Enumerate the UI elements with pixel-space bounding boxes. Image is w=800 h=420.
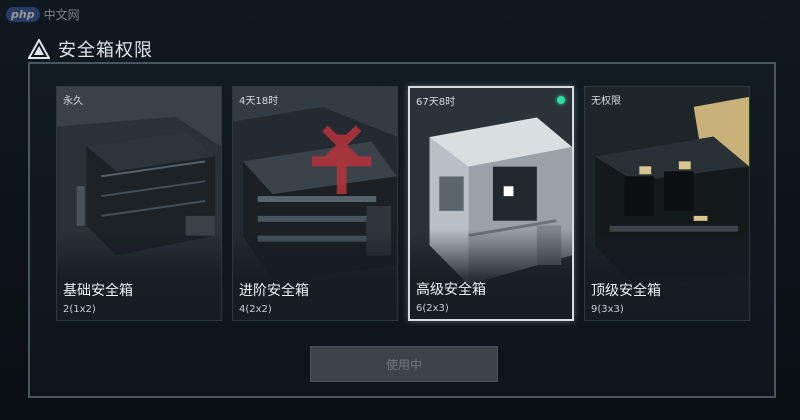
card-title: 高级安全箱 [416, 282, 486, 298]
in-use-button[interactable]: 使用中 [310, 346, 498, 382]
safe-box-card-advanced[interactable]: 4天18时 进阶安全箱 4(2x2) [232, 86, 398, 321]
safe-box-card-premium[interactable]: 67天8时 高级安全箱 6(2x3) [408, 86, 574, 321]
safe-box-card-top[interactable]: 无权限 顶级安全箱 9(3x3) [584, 86, 750, 321]
safe-box-list: 永久 基础安全箱 2(1x2) 4天18时 进阶安全箱 4(2x2) 67天8时… [56, 86, 750, 321]
card-duration: 无权限 [591, 96, 621, 107]
active-status-dot [557, 96, 565, 104]
card-duration: 永久 [63, 96, 83, 107]
watermark-text: 中文网 [43, 8, 80, 22]
page-title: 安全箱权限 [58, 40, 153, 61]
card-title: 基础安全箱 [63, 283, 133, 299]
in-use-button-label: 使用中 [385, 357, 422, 372]
game-screen: php 中文网 安全箱权限 永久 基础安全箱 2(1x2) 4天18时 进阶安全… [0, 0, 800, 420]
watermark-badge: php [6, 7, 40, 22]
card-title: 顶级安全箱 [591, 283, 661, 299]
card-capacity: 6(2x3) [416, 303, 449, 314]
watermark-logo: php 中文网 [6, 6, 80, 23]
card-title: 进阶安全箱 [239, 283, 309, 299]
card-duration: 4天18时 [239, 96, 279, 107]
card-capacity: 2(1x2) [63, 304, 96, 315]
card-capacity: 4(2x2) [239, 304, 272, 315]
safe-box-panel: 永久 基础安全箱 2(1x2) 4天18时 进阶安全箱 4(2x2) 67天8时… [28, 62, 776, 398]
safe-box-card-basic[interactable]: 永久 基础安全箱 2(1x2) [56, 86, 222, 321]
warning-triangle-icon [28, 39, 50, 59]
card-capacity: 9(3x3) [591, 304, 624, 315]
page-header: 安全箱权限 [28, 36, 153, 62]
card-duration: 67天8时 [416, 97, 456, 108]
